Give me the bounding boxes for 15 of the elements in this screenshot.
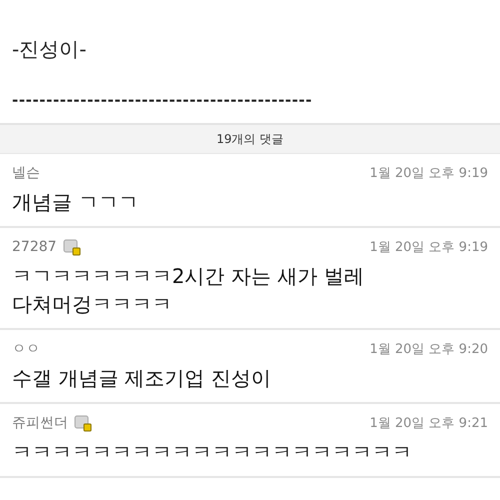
signature: -진성이- bbox=[12, 36, 88, 63]
comment-text: 수갤 개념글 제조기업 진성이 bbox=[12, 365, 272, 392]
comment-author[interactable]: 쥬피썬더 bbox=[12, 414, 68, 432]
comment-text: ㅋㅋㅋㅋㅋㅋㅋㅋㅋㅋㅋㅋㅋㅋㅋㅋㅋㅋㅋㅋ bbox=[12, 439, 413, 466]
comments-count: 19개의 댓글 bbox=[0, 123, 500, 154]
comment-author[interactable]: 넬슨 bbox=[12, 164, 40, 182]
comment-text: 개념글 ㄱㄱㄱ bbox=[12, 189, 140, 216]
comment-time: 1월 20일 오후 9:20 bbox=[370, 341, 488, 358]
comment-author[interactable]: ㅇㅇ bbox=[12, 340, 40, 358]
comment-time: 1월 20일 오후 9:19 bbox=[370, 165, 488, 182]
comment-time: 1월 20일 오후 9:19 bbox=[370, 239, 488, 256]
comment-text: ㅋㄱㅋㅋㅋㅋㅋㅋ2시간 자는 새가 벌레 다쳐머겅ㅋㅋㅋㅋ bbox=[12, 263, 365, 318]
comment-author[interactable]: 27287 bbox=[12, 239, 57, 255]
comment-time: 1월 20일 오후 9:21 bbox=[370, 415, 488, 432]
dashed-separator: -------------------------------------------- bbox=[12, 91, 314, 109]
